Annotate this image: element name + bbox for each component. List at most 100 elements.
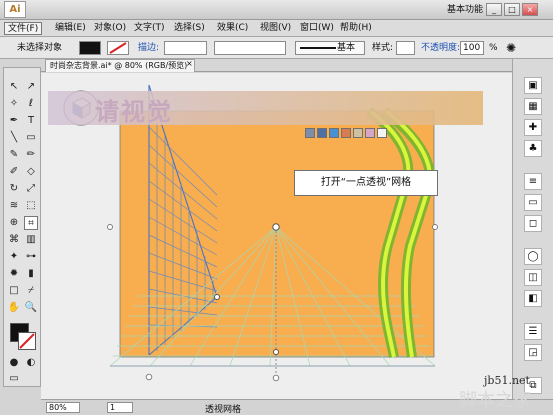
title-bar: Ai 基本功能 _ □ × bbox=[0, 0, 553, 20]
zoom-icon[interactable]: 🔍 bbox=[24, 301, 38, 315]
free-transform-icon[interactable]: ⬚ bbox=[24, 199, 38, 213]
stroke-swatch[interactable] bbox=[18, 332, 36, 350]
overlay-text: 请视觉 bbox=[95, 98, 173, 126]
shape-builder-icon[interactable]: ⊕ bbox=[7, 216, 21, 230]
swatch-4[interactable] bbox=[341, 128, 351, 138]
menu-file[interactable]: 文件(F) bbox=[4, 22, 43, 35]
bottom-center-handle bbox=[272, 374, 280, 382]
symbols-icon[interactable]: ♣ bbox=[524, 140, 542, 157]
brush-icon[interactable]: ✎ bbox=[7, 148, 21, 162]
graph-icon[interactable]: ▮ bbox=[24, 267, 38, 281]
minimize-button[interactable]: _ bbox=[486, 3, 502, 16]
zoom-level[interactable]: 80% bbox=[46, 402, 80, 413]
blob-brush-icon[interactable]: ✐ bbox=[7, 165, 21, 179]
menu-edit[interactable]: 编辑(E) bbox=[52, 22, 89, 35]
pathfinder-icon[interactable]: ◲ bbox=[524, 344, 542, 361]
menu-bar: 文件(F) 编辑(E) 对象(O) 文字(T) 选择(S) 效果(C) 视图(V… bbox=[0, 20, 553, 37]
fill-color[interactable] bbox=[79, 41, 101, 55]
graphic-styles-icon[interactable]: ◫ bbox=[524, 269, 542, 286]
swatch-6[interactable] bbox=[365, 128, 375, 138]
direct-select-icon[interactable]: ↗ bbox=[24, 80, 38, 94]
close-tab-icon[interactable]: × bbox=[186, 59, 193, 68]
vanishing-point-handle bbox=[272, 223, 280, 231]
document-tab-bar: 时尚杂志背景.ai* @ 80% (RGB/预览) × bbox=[41, 59, 517, 72]
opacity-percent: % bbox=[489, 43, 498, 53]
style-select[interactable] bbox=[396, 41, 415, 55]
document-tab[interactable]: 时尚杂志背景.ai* @ 80% (RGB/预览) bbox=[45, 59, 195, 72]
maximize-button[interactable]: □ bbox=[504, 3, 520, 16]
lasso-icon[interactable]: ℓ bbox=[24, 97, 38, 111]
scale-icon[interactable]: ⤢ bbox=[24, 182, 38, 196]
screen-mode-icon[interactable]: ▭ bbox=[7, 372, 21, 386]
menu-effect[interactable]: 效果(C) bbox=[214, 22, 251, 35]
stroke-label[interactable]: 描边: bbox=[138, 41, 159, 55]
selection-icon[interactable]: ↖ bbox=[7, 80, 21, 94]
menu-select[interactable]: 选择(S) bbox=[171, 22, 208, 35]
appearance-icon[interactable]: ◯ bbox=[524, 248, 542, 265]
perspective-grid-icon[interactable]: ⌗ bbox=[24, 216, 38, 230]
basic-label: 基本 bbox=[337, 43, 356, 53]
color-mode-icon[interactable]: ● bbox=[7, 356, 21, 370]
gradient-panel-icon[interactable]: ▭ bbox=[524, 194, 542, 211]
type-icon[interactable]: T bbox=[24, 114, 38, 128]
opacity-label[interactable]: 不透明度: bbox=[421, 41, 460, 55]
artboard-icon[interactable]: □ bbox=[7, 284, 21, 298]
close-button[interactable]: × bbox=[522, 3, 538, 16]
swatch-3[interactable] bbox=[329, 128, 339, 138]
magic-wand-icon[interactable]: ✧ bbox=[7, 97, 21, 111]
app-logo: Ai bbox=[4, 1, 26, 18]
tools-panel: ↖ ↗ ✧ ℓ ✒ T ╲ ▭ ✎ ✏ ✐ ◇ ↻ ⤢ ≋ ⬚ ⊕ ⌗ ⌘ ▥ … bbox=[3, 67, 41, 387]
artboard-number[interactable]: 1 bbox=[107, 402, 133, 413]
warp-icon[interactable]: ≋ bbox=[7, 199, 21, 213]
panel-dock: ▣ ▦ ✚ ♣ ≡ ▭ ◻ ◯ ◫ ◧ ☰ ◲ ⧉ bbox=[512, 59, 553, 399]
eyedropper-icon[interactable]: ✦ bbox=[7, 250, 21, 264]
center-handle bbox=[273, 349, 279, 355]
gradient-icon[interactable]: ▥ bbox=[24, 233, 38, 247]
stroke-weight-field[interactable] bbox=[164, 41, 207, 55]
watermark-name: 脚本之家 bbox=[459, 390, 531, 411]
rotate-icon[interactable]: ↻ bbox=[7, 182, 21, 196]
menu-help[interactable]: 帮助(H) bbox=[337, 22, 375, 35]
no-stroke-icon bbox=[109, 42, 127, 54]
symbol-sprayer-icon[interactable]: ✹ bbox=[7, 267, 21, 281]
control-bar: 未选择对象 描边: 基本 样式: 不透明度: 100 % ✺ bbox=[0, 37, 553, 59]
left-plane-handle bbox=[214, 294, 220, 300]
status-tool-text: 透视网格 bbox=[205, 405, 242, 415]
workspace-switcher[interactable]: 基本功能 bbox=[447, 2, 483, 15]
transparency-icon[interactable]: ◻ bbox=[524, 215, 542, 232]
style-label: 样式: bbox=[372, 43, 394, 53]
blend-icon[interactable]: ⊶ bbox=[24, 250, 38, 264]
stroke-panel-icon[interactable]: ≡ bbox=[524, 173, 542, 190]
gradient-mode-icon[interactable]: ◐ bbox=[24, 356, 38, 370]
callout-box: 打开“一点透视”网格 bbox=[294, 170, 438, 196]
left-bottom-handle bbox=[145, 373, 153, 381]
style-options-icon[interactable]: ✺ bbox=[506, 41, 516, 55]
variable-width-select[interactable] bbox=[214, 41, 286, 55]
hand-icon[interactable]: ✋ bbox=[7, 301, 21, 315]
mesh-icon[interactable]: ⌘ bbox=[7, 233, 21, 247]
pencil-icon[interactable]: ✏ bbox=[24, 148, 38, 162]
opacity-field[interactable]: 100 bbox=[460, 41, 484, 55]
menu-view[interactable]: 视图(V) bbox=[257, 22, 294, 35]
left-horizon-handle bbox=[107, 224, 113, 230]
menu-object[interactable]: 对象(O) bbox=[91, 22, 129, 35]
swatch-1[interactable] bbox=[305, 128, 315, 138]
slice-icon[interactable]: ⌿ bbox=[24, 284, 38, 298]
align-icon[interactable]: ☰ bbox=[524, 323, 542, 340]
stroke-color[interactable] bbox=[107, 41, 129, 55]
none-swatch-icon bbox=[19, 333, 35, 349]
layers-icon[interactable]: ◧ bbox=[524, 290, 542, 307]
color-guide-icon[interactable]: ▣ bbox=[524, 77, 542, 94]
rect-icon[interactable]: ▭ bbox=[24, 131, 38, 145]
menu-window[interactable]: 窗口(W) bbox=[297, 22, 337, 35]
selection-status: 未选择对象 bbox=[17, 43, 63, 53]
pen-icon[interactable]: ✒ bbox=[7, 114, 21, 128]
menu-type[interactable]: 文字(T) bbox=[131, 22, 168, 35]
swatch-7[interactable] bbox=[377, 128, 387, 138]
swatch-5[interactable] bbox=[353, 128, 363, 138]
brushes-icon[interactable]: ✚ bbox=[524, 119, 542, 136]
eraser-icon[interactable]: ◇ bbox=[24, 165, 38, 179]
swatch-2[interactable] bbox=[317, 128, 327, 138]
line-icon[interactable]: ╲ bbox=[7, 131, 21, 145]
swatches-icon[interactable]: ▦ bbox=[524, 98, 542, 115]
